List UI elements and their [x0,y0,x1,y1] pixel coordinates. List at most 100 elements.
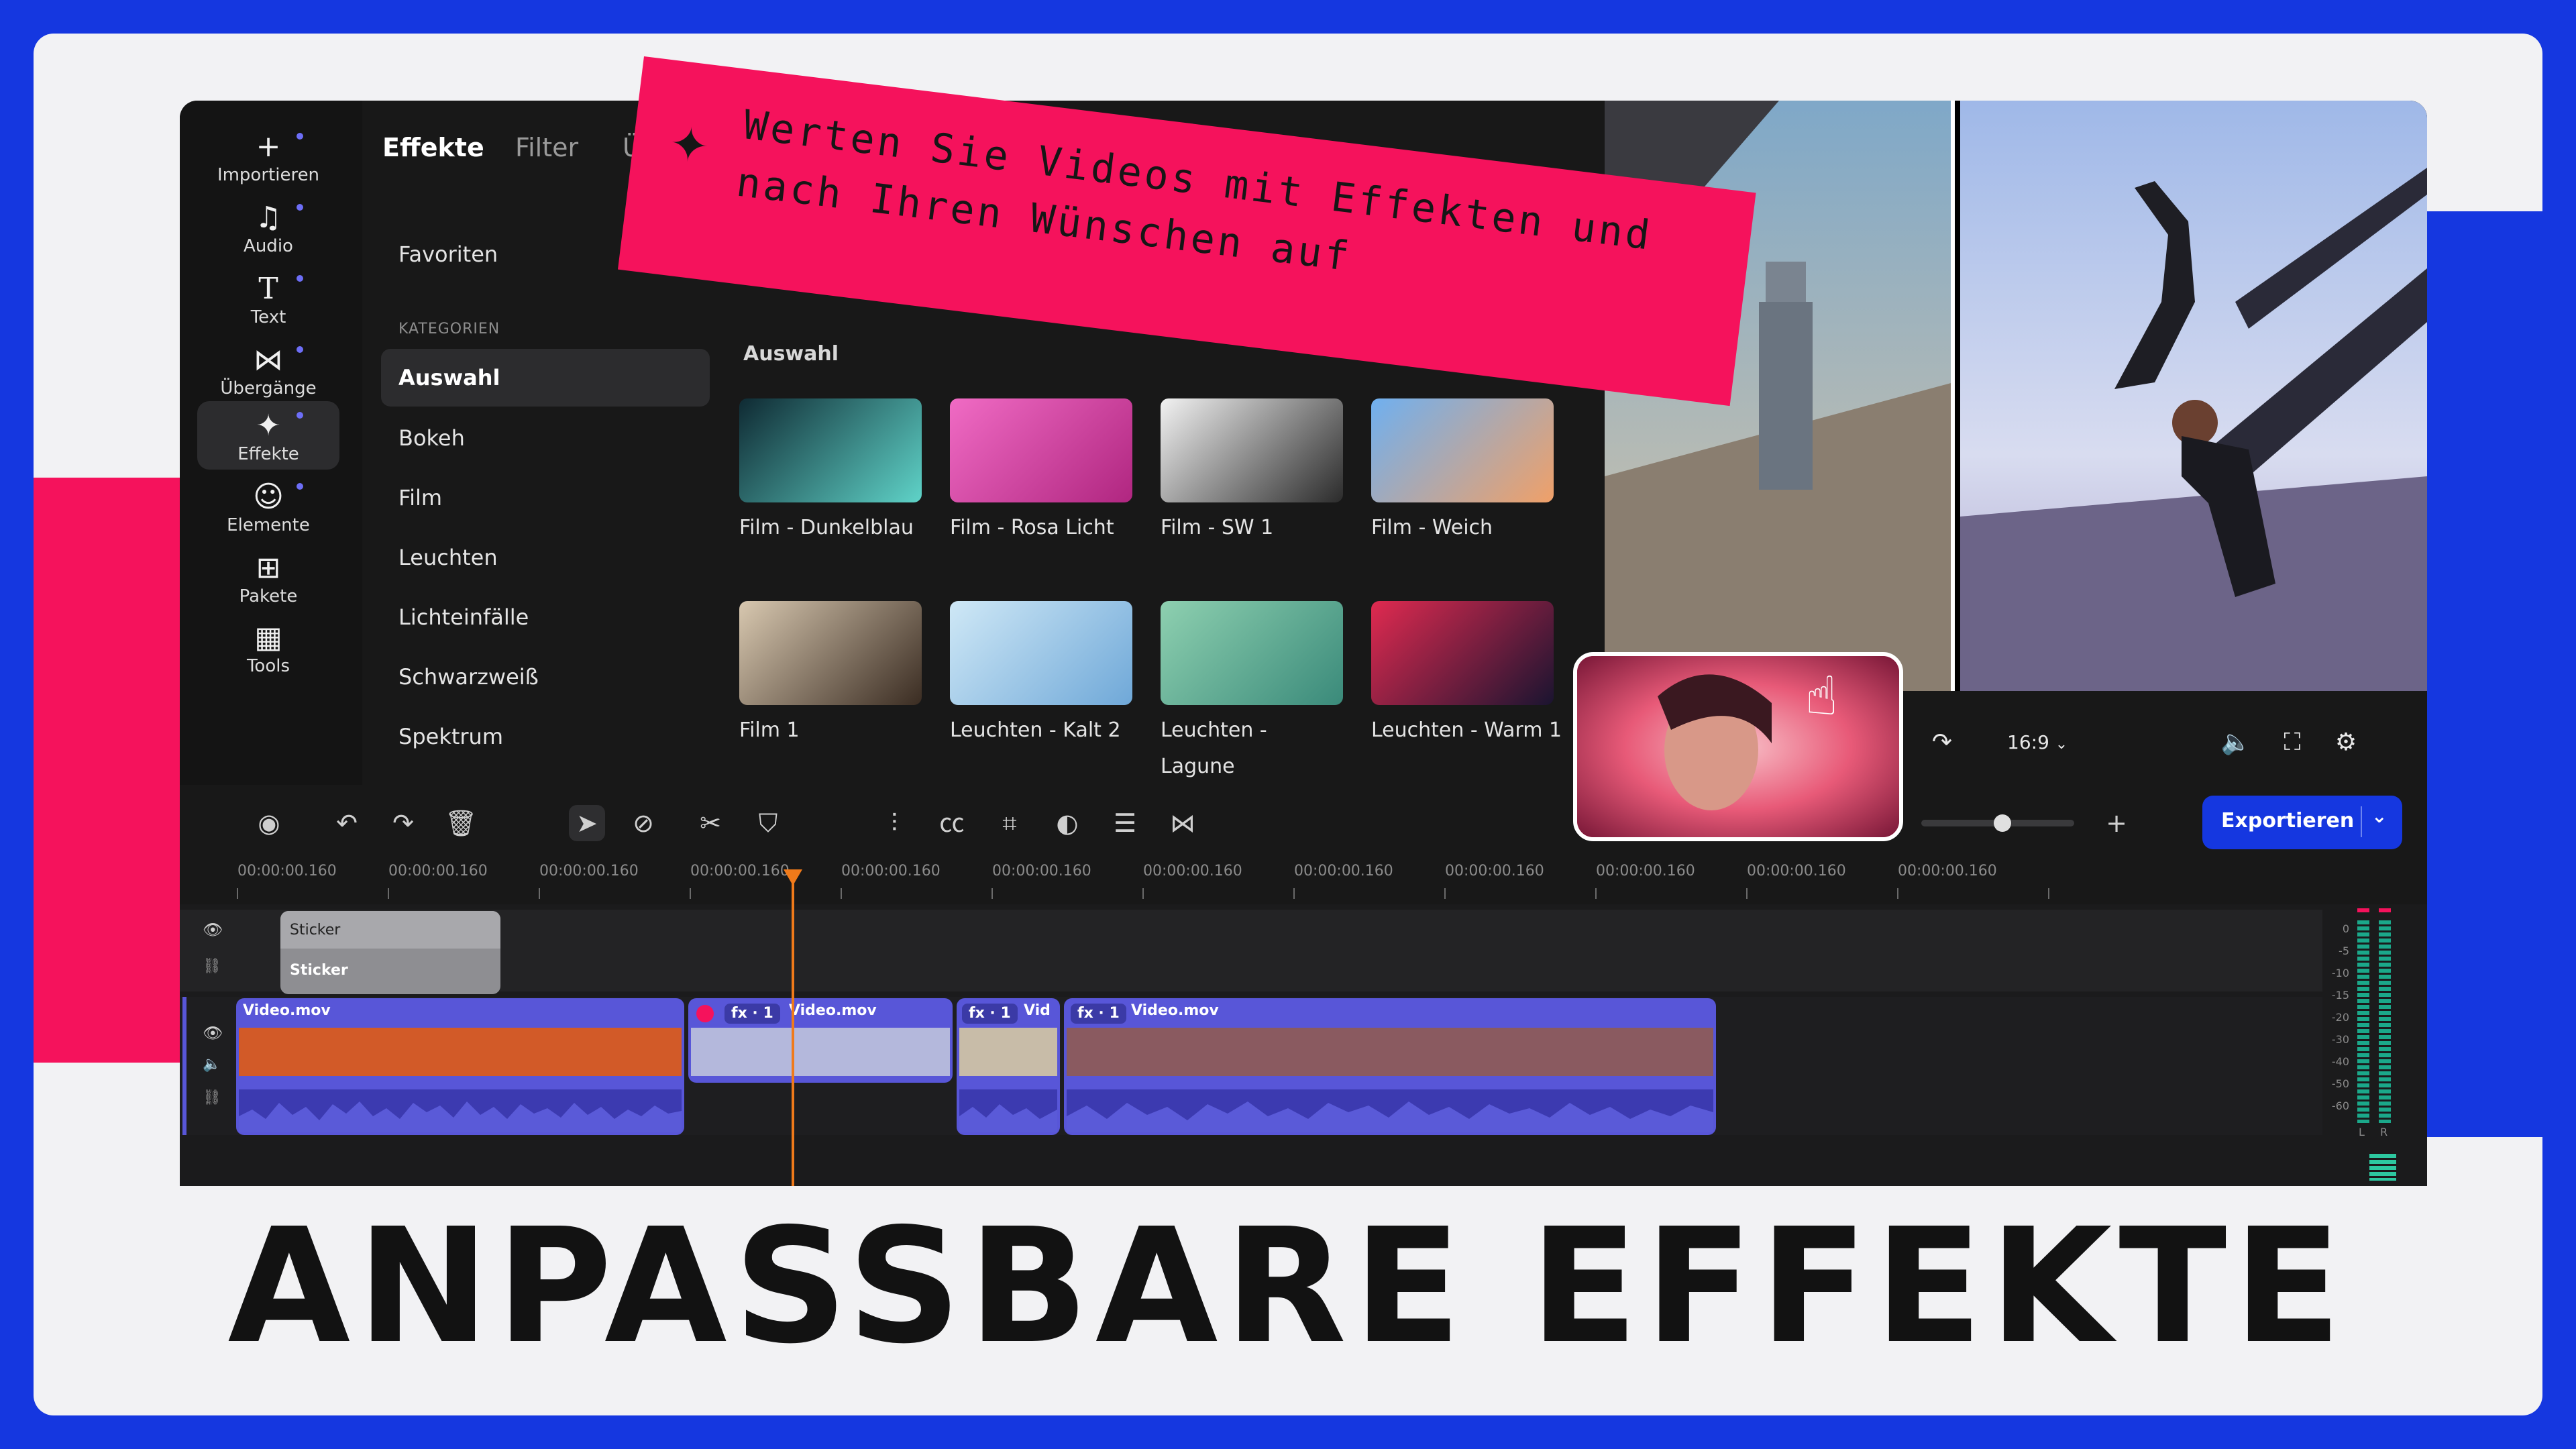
ruler-tick: 00:00:00.160 [237,863,337,879]
sidebar-item-audio[interactable]: ♫ Audio [197,193,339,262]
record-icon[interactable]: ◉ [251,805,287,841]
eye-icon[interactable]: 👁 [203,920,223,939]
audio-waveform [239,1089,682,1132]
category-lichteinfaelle[interactable]: Lichteinfälle [381,588,710,646]
icon-sidebar: + Importieren ♫ Audio T Text ⋈ Übergänge… [180,101,362,785]
sticker-track [180,910,2326,991]
transition-icon[interactable]: ⋈ [1165,805,1201,841]
gear-icon[interactable]: ⚙ [2329,726,2363,759]
export-button[interactable]: Exportieren ⌄ [2202,796,2402,849]
effect-thumb-film-sw-1[interactable] [1161,398,1343,502]
sidebar-item-label: Elemente [227,515,310,535]
category-auswahl[interactable]: Auswahl [381,349,710,407]
redo-icon[interactable]: ↷ [385,805,421,841]
fullscreen-icon[interactable]: ⛶ [2275,726,2309,759]
category-leuchten[interactable]: Leuchten [381,529,710,586]
clip-filmstrip [1067,1028,1713,1076]
playhead-handle[interactable] [784,869,802,885]
tools-icon: ▦ [254,621,282,655]
razor-tool-icon[interactable]: ⊘ [625,805,661,841]
scissors-icon[interactable]: ✂ [692,805,729,841]
ruler-ticks-line [237,888,2049,899]
effect-label: Leuchten - Kalt 2 [950,718,1121,742]
sidebar-item-label: Tools [246,656,290,676]
audio-meter: 0 -5 -10 -15 -20 -30 -40 -50 -60 L R [2322,906,2427,1186]
audio-split-icon[interactable]: ⫶ [876,805,912,841]
aspect-ratio-value: 16:9 [2007,731,2049,753]
category-spektrum[interactable]: Spektrum [381,708,710,765]
ruler-tick: 00:00:00.160 [1445,863,1544,879]
chevron-down-icon[interactable]: ⌄ [2371,805,2387,827]
ruler-tick: 00:00:00.160 [690,863,790,879]
sidebar-item-effekte[interactable]: ✦ Effekte [197,401,339,470]
meter-scale-label: -20 [2331,1011,2349,1024]
volume-icon[interactable]: 🔈 [2219,726,2253,759]
trash-icon[interactable]: 🗑 [443,805,479,841]
fx-badge: fx · 1 [962,1004,1018,1024]
clip-filmstrip [959,1028,1057,1076]
tab-effekte[interactable]: Effekte [382,133,484,162]
clip-filmstrip [691,1028,950,1076]
effect-thumb-film-weich[interactable] [1371,398,1554,502]
page-title: ANPASSBARE EFFEKTE [227,1194,2349,1379]
sidebar-item-elemente[interactable]: ☺ Elemente [197,472,339,541]
effect-thumb-film-dunkelblau[interactable] [739,398,922,502]
effect-preview-popup[interactable]: ☝ [1573,652,1903,841]
select-tool-icon[interactable]: ➤ [569,805,605,841]
video-clip[interactable]: Video.mov [236,998,684,1135]
effect-thumb-film-1[interactable] [739,601,922,705]
sidebar-item-pakete[interactable]: ⊞ Pakete [197,543,339,612]
effect-thumb-leuchten-kalt-2[interactable] [950,601,1132,705]
effect-thumb-leuchten-lagune[interactable] [1161,601,1343,705]
fx-badge: fx · 1 [1071,1004,1126,1024]
sidebar-item-importieren[interactable]: + Importieren [197,122,339,191]
effect-thumb-film-rosa-licht[interactable] [950,398,1132,502]
tab-filter[interactable]: Filter [515,133,578,162]
color-icon[interactable]: ◐ [1049,805,1085,841]
speaker-icon[interactable]: 🔈 [203,1056,221,1073]
sidebar-item-tools[interactable]: ▦ Tools [197,613,339,682]
sticker-label: Sticker [290,922,341,938]
undo-icon[interactable]: ↶ [329,805,365,841]
sparkle-icon: ✦ [256,409,281,443]
ruler-tick: 00:00:00.160 [841,863,941,879]
zoom-slider-handle[interactable] [1994,814,2011,832]
effect-thumb-leuchten-warm-1[interactable] [1371,601,1554,705]
sidebar-item-uebergaenge[interactable]: ⋈ Übergänge [197,335,339,404]
eye-icon[interactable]: 👁 [203,1024,223,1042]
playhead[interactable] [792,877,794,1186]
plus-icon: + [256,129,281,164]
redo-preview-icon[interactable]: ↷ [1925,726,1959,759]
sticker-clip[interactable]: Sticker Sticker [280,911,500,994]
clip-name: Video.mov [243,1002,331,1019]
link-icon[interactable]: ⛓ [203,958,221,975]
decor-pink-stripe [34,478,181,1063]
zoom-in-icon[interactable]: + [2098,805,2135,841]
effect-label: Film 1 [739,718,800,742]
link-icon[interactable]: ⛓ [203,1089,221,1106]
sparkle-icon: ✦ [666,115,712,175]
category-schwarzweiss[interactable]: Schwarzweiß [381,648,710,706]
timeline: 👁 ⛓ Sticker Sticker 👁 🔈 ⛓ Video.mov fx ·… [180,869,2427,1186]
video-clip[interactable]: fx · 1 Vid [957,998,1060,1135]
new-indicator-dot [297,133,303,140]
aspect-ratio-select[interactable]: 16:9 ⌄ [2007,726,2081,759]
chevron-down-icon: ⌄ [2055,736,2068,753]
package-icon: ⊞ [256,551,281,585]
crop-icon[interactable]: ⌗ [991,805,1028,841]
export-divider [2361,806,2362,837]
ruler-tick: 00:00:00.160 [1294,863,1393,879]
clip-name: Video.mov [789,1002,877,1019]
ruler-tick: 00:00:00.160 [539,863,639,879]
captions-icon[interactable]: ㏄ [934,805,970,841]
video-clip[interactable]: fx · 1 Video.mov [688,998,953,1083]
smiley-icon: ☺ [253,480,284,514]
category-film[interactable]: Film [381,469,710,527]
video-clip[interactable]: fx · 1 Video.mov [1064,998,1716,1135]
sidebar-item-text[interactable]: T Text [197,264,339,333]
adjust-icon[interactable]: ☰ [1107,805,1143,841]
ruler-tick: 00:00:00.160 [1747,863,1846,879]
category-bokeh[interactable]: Bokeh [381,409,710,467]
shield-icon[interactable]: ⛉ [750,805,786,841]
meter-toggle-icon[interactable] [2369,1154,2396,1181]
